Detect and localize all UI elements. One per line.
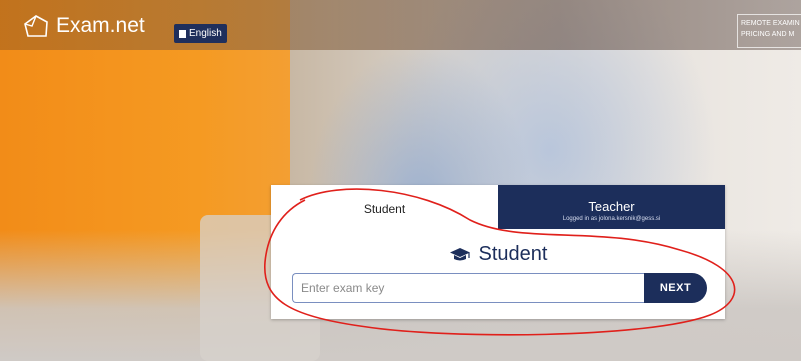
nav-link-remote-exam[interactable]: REMOTE EXAMIN [741,18,801,29]
tab-teacher[interactable]: Teacher Logged in as jolona.kersnik@gess… [498,185,725,229]
language-label: English [189,28,222,39]
login-card: Student Teacher Logged in as jolona.kers… [271,185,725,319]
tab-teacher-label: Teacher [588,199,635,214]
top-nav-links: REMOTE EXAMIN PRICING AND M [737,14,801,48]
language-button[interactable]: English [174,24,227,43]
nav-link-pricing[interactable]: PRICING AND M [741,29,801,40]
logo-text: Exam.net [56,14,145,37]
tab-student-label: Student [363,202,406,216]
next-button[interactable]: NEXT [644,273,707,303]
teacher-logged-in-text: Logged in as jolona.kersnik@gess.si [562,216,661,222]
student-heading: Student [271,243,725,266]
exam-key-input[interactable] [292,273,644,303]
flag-icon [179,29,186,38]
exam-net-logo-icon [24,15,48,37]
site-header: Exam.net English REMOTE EXAMIN PRICING A… [0,0,801,52]
exam-key-form: NEXT [292,273,707,303]
student-heading-text: Student [478,243,548,265]
graduation-cap-icon [449,247,470,260]
tab-student[interactable]: Student [271,185,498,229]
exam-net-logo[interactable]: Exam.net [22,14,145,38]
